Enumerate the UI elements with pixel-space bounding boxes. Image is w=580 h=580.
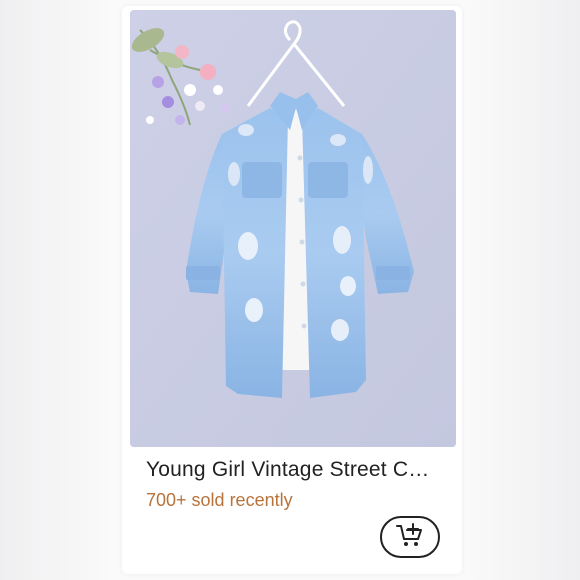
product-title[interactable]: Young Girl Vintage Street C… <box>146 458 446 482</box>
add-to-cart-button[interactable] <box>380 516 440 558</box>
product-image[interactable] <box>130 10 456 447</box>
denim-jacket-illustration <box>130 10 456 447</box>
product-card[interactable]: Young Girl Vintage Street C… 700+ sold r… <box>122 6 462 574</box>
screen: Young Girl Vintage Street C… 700+ sold r… <box>0 0 580 580</box>
add-to-cart-icon <box>395 522 425 553</box>
sold-count-text: 700+ sold recently <box>146 490 293 510</box>
